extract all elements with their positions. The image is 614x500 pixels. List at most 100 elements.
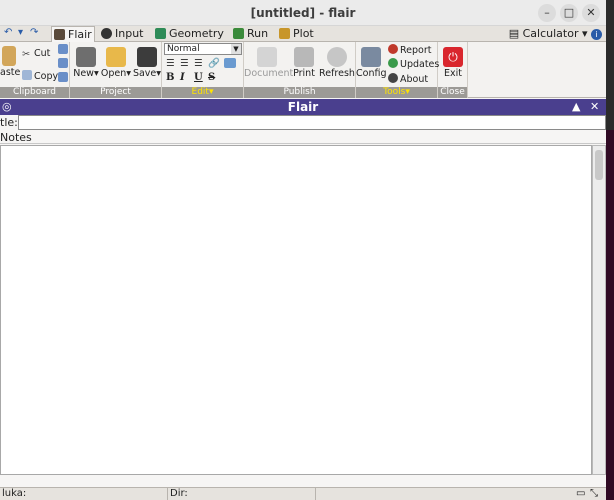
- document-button[interactable]: Document: [244, 47, 293, 79]
- tab-geometry[interactable]: Geometry: [153, 26, 225, 42]
- publish-group: Document Print Refresh Publish: [244, 42, 356, 98]
- status-bar: luka: Dir: /home/weiguang/Downloads ▭ ⤡: [0, 487, 606, 500]
- document-icon: [257, 47, 277, 67]
- tab-bar: ↶ ▾ ↷ Flair Input Geometry Run Plot ▤ Ca…: [0, 26, 606, 42]
- clipboard-group-label: Clipboard: [0, 87, 69, 98]
- panel-title: Flair: [287, 100, 319, 114]
- config-button[interactable]: Config: [356, 47, 386, 79]
- redo-icon[interactable]: ↷: [30, 27, 38, 38]
- flair-panel-header: ◎ Flair ▲ ✕: [0, 99, 606, 115]
- bold-button[interactable]: B: [166, 72, 174, 83]
- maximize-icon: □: [563, 6, 575, 19]
- minimize-icon: –: [544, 6, 550, 19]
- tab-input[interactable]: Input: [99, 26, 149, 42]
- calculator-icon: ▤: [508, 27, 520, 40]
- title-bar: [untitled] - flair – □ ✕: [0, 0, 606, 26]
- calculator-dropdown[interactable]: ▤ Calculator ▾ i: [509, 26, 602, 42]
- updates-icon: [388, 58, 398, 68]
- image-icon[interactable]: [224, 58, 238, 70]
- copy-button[interactable]: Copy: [22, 70, 58, 82]
- save-button[interactable]: Save▾: [132, 47, 162, 79]
- about-button[interactable]: About: [388, 73, 428, 85]
- refresh-button[interactable]: Refresh: [319, 47, 355, 79]
- printer-icon: [294, 47, 314, 67]
- link-icon[interactable]: 🔗: [208, 58, 220, 69]
- clipboard-group: aste ✂ Cut Copy Clipboard: [0, 42, 70, 98]
- grid-icon[interactable]: [58, 58, 70, 70]
- tools-group-label[interactable]: Tools▾: [356, 87, 437, 98]
- project-group: New▾ Open▾ Save▾ Project: [70, 42, 162, 98]
- floppy-disk-icon: [137, 47, 157, 67]
- quick-access-dropdown-icon[interactable]: ▾: [18, 27, 23, 38]
- publish-group-label: Publish: [244, 87, 355, 98]
- close-icon: ✕: [586, 6, 596, 19]
- notes-textarea[interactable]: [0, 145, 592, 475]
- geometry-icon: [155, 28, 166, 39]
- new-button[interactable]: New▾: [72, 47, 100, 79]
- collapse-icon[interactable]: ▲: [572, 100, 580, 113]
- info-icon[interactable]: i: [591, 29, 602, 40]
- chevron-down-icon: ▾: [405, 87, 410, 97]
- status-box-icon: ▭: [576, 488, 586, 499]
- window-title: [untitled] - flair: [250, 6, 356, 20]
- paragraph-style-select[interactable]: Normal ▼: [164, 43, 242, 55]
- input-icon: [101, 28, 112, 39]
- plot-icon: [279, 28, 290, 39]
- close-panel-icon[interactable]: ✕: [590, 100, 599, 113]
- edit-group: Normal ▼ ☰ ☰ ☰ 🔗 B I U S Edit▾: [162, 42, 244, 98]
- tab-flair[interactable]: Flair: [51, 26, 95, 42]
- tab-run[interactable]: Run: [231, 26, 273, 42]
- flair-window: [untitled] - flair – □ ✕ ↶ ▾ ↷ Flair Inp…: [0, 0, 606, 500]
- close-window-button[interactable]: ✕: [582, 4, 600, 22]
- folder-icon: [106, 47, 126, 67]
- italic-button[interactable]: I: [180, 72, 185, 83]
- exit-button[interactable]: ⏻ Exit: [440, 47, 466, 79]
- notes-scrollbar[interactable]: [592, 145, 606, 475]
- title-input[interactable]: [18, 115, 606, 130]
- title-label: tle:: [0, 116, 18, 129]
- status-directory: Dir: /home/weiguang/Downloads: [168, 488, 316, 500]
- cut-button[interactable]: ✂ Cut: [22, 48, 50, 60]
- grid-icon[interactable]: [58, 44, 70, 56]
- tools-group: Config Report Updates About Tools▾: [356, 42, 439, 98]
- report-button[interactable]: Report: [388, 44, 432, 56]
- grid-icon[interactable]: [58, 72, 70, 84]
- chevron-down-icon: ▾: [126, 68, 132, 79]
- paste-button[interactable]: aste: [0, 46, 20, 78]
- refresh-icon: [327, 47, 347, 67]
- paste-icon: [2, 46, 16, 66]
- undo-icon[interactable]: ↶: [4, 27, 12, 38]
- status-left: luka:: [0, 488, 168, 500]
- power-icon: ⏻: [443, 47, 463, 67]
- scissors-icon: ✂: [22, 49, 30, 60]
- flair-icon: [54, 29, 65, 40]
- resize-grip-icon[interactable]: ⤡: [590, 488, 598, 499]
- chevron-down-icon: ▼: [231, 44, 241, 54]
- align-center-icon[interactable]: ☰: [180, 58, 189, 69]
- align-right-icon[interactable]: ☰: [194, 58, 203, 69]
- chevron-down-icon: ▾: [156, 68, 162, 79]
- title-row: tle:: [0, 115, 606, 130]
- new-project-icon: [76, 47, 96, 67]
- strikethrough-button[interactable]: S: [208, 72, 215, 83]
- person-icon: [388, 73, 398, 83]
- tab-plot[interactable]: Plot: [277, 26, 321, 42]
- close-group-label: Close: [438, 87, 467, 98]
- minimize-button[interactable]: –: [538, 4, 556, 22]
- bug-icon: [388, 44, 398, 54]
- underline-button[interactable]: U: [194, 72, 203, 83]
- chevron-down-icon: ▾: [208, 87, 214, 97]
- copy-icon: [22, 70, 32, 80]
- updates-button[interactable]: Updates: [388, 58, 439, 70]
- scrollbar-thumb[interactable]: [595, 150, 603, 180]
- chevron-down-icon: ▾: [93, 68, 99, 79]
- close-group: ⏻ Exit Close: [438, 42, 468, 98]
- open-button[interactable]: Open▾: [100, 47, 132, 79]
- ribbon: aste ✂ Cut Copy Clipboard New▾ Open▾ Sav…: [0, 42, 606, 98]
- edit-group-label[interactable]: Edit▾: [162, 87, 243, 98]
- align-left-icon[interactable]: ☰: [166, 58, 175, 69]
- maximize-button[interactable]: □: [560, 4, 578, 22]
- project-group-label: Project: [70, 87, 161, 98]
- chevron-down-icon: ▾: [581, 27, 588, 40]
- print-button[interactable]: Print: [290, 47, 318, 79]
